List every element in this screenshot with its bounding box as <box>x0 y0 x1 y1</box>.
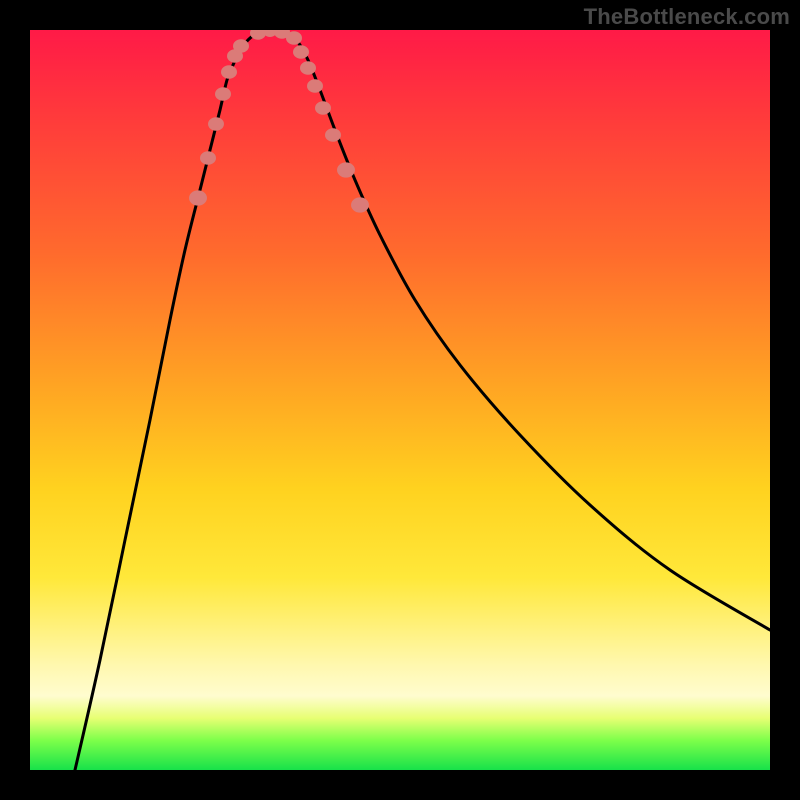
marker-dot <box>293 45 309 59</box>
marker-dot <box>208 117 224 131</box>
curve-left-curve <box>75 34 255 770</box>
curve-markers <box>189 30 369 213</box>
marker-dot <box>200 151 216 165</box>
marker-dot <box>189 190 207 205</box>
curve-right-curve <box>290 34 770 630</box>
marker-dot <box>221 65 237 79</box>
chart-frame: TheBottleneck.com <box>0 0 800 800</box>
watermark-text: TheBottleneck.com <box>584 4 790 30</box>
curve-layer <box>30 30 770 770</box>
marker-dot <box>337 162 355 177</box>
marker-dot <box>215 87 231 101</box>
curve-lines <box>75 31 770 770</box>
plot-area <box>30 30 770 770</box>
marker-dot <box>300 61 316 75</box>
marker-dot <box>315 101 331 115</box>
marker-dot <box>351 197 369 212</box>
marker-dot <box>325 128 341 142</box>
marker-dot <box>233 39 249 53</box>
marker-dot <box>286 31 302 45</box>
marker-dot <box>307 79 323 93</box>
